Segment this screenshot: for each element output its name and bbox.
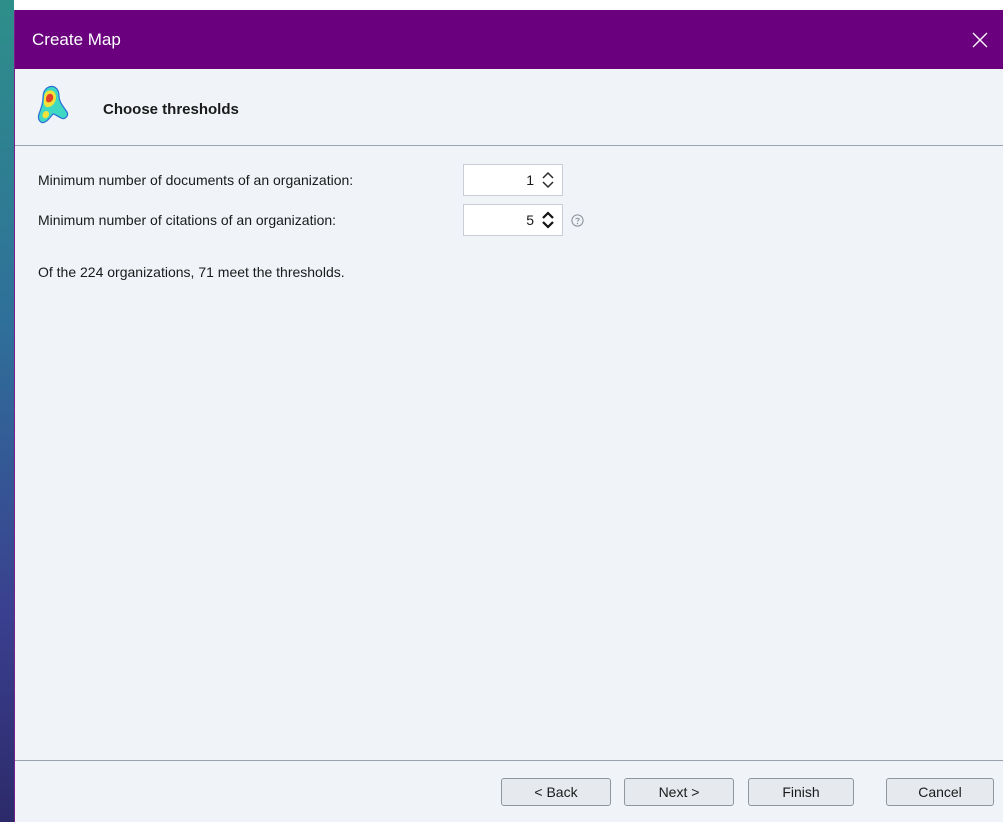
threshold-summary: Of the 224 organizations, 71 meet the th… [38, 264, 345, 280]
next-button[interactable]: Next > [624, 778, 734, 806]
close-icon [972, 32, 988, 47]
step-heading: Choose thresholds [103, 101, 239, 118]
thresholds-panel: Minimum number of documents of an organi… [15, 146, 1003, 760]
min-documents-row: Minimum number of documents of an organi… [38, 164, 353, 196]
min-documents-label: Minimum number of documents of an organi… [38, 172, 354, 188]
min-documents-spinner[interactable]: 1 [463, 164, 563, 196]
back-button[interactable]: < Back [501, 778, 611, 806]
help-icon[interactable] [571, 214, 584, 227]
min-citations-row: Minimum number of citations of an organi… [38, 204, 336, 236]
spinner-arrows-icon[interactable] [540, 169, 556, 191]
desktop-background [0, 0, 14, 822]
min-documents-value[interactable]: 1 [526, 172, 534, 188]
cancel-button[interactable]: Cancel [886, 778, 994, 806]
title-bar: Create Map [15, 10, 1003, 69]
wizard-header: Choose thresholds [15, 69, 1003, 146]
window-title: Create Map [32, 30, 121, 49]
spinner-arrows-icon[interactable] [540, 209, 556, 231]
create-map-dialog: Create Map Choose thresholds Minimum num… [14, 10, 1003, 822]
close-button[interactable] [957, 10, 1003, 69]
min-citations-value[interactable]: 5 [526, 212, 534, 228]
vosviewer-heatmap-logo-icon [37, 85, 69, 124]
finish-button[interactable]: Finish [748, 778, 854, 806]
min-citations-label: Minimum number of citations of an organi… [38, 212, 337, 228]
footer-divider [15, 760, 1003, 761]
min-citations-spinner[interactable]: 5 [463, 204, 563, 236]
